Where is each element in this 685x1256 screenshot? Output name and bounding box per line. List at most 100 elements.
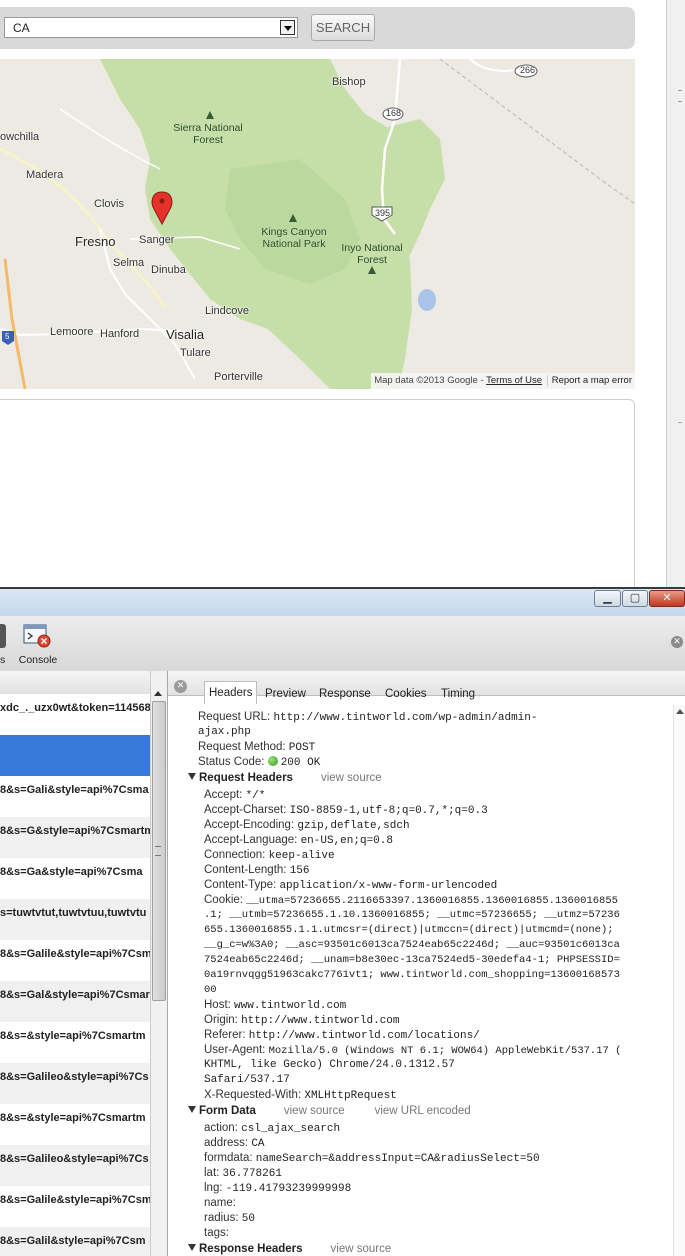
close-details-icon[interactable]: ✕ (174, 680, 187, 693)
tab-preview[interactable]: Preview (261, 685, 310, 704)
request-row-selected[interactable] (0, 735, 150, 776)
request-list-scrollbar[interactable] (150, 671, 167, 1256)
request-row[interactable]: s=tuwtvtut,tuwtvtuu,tuwtvtu (0, 899, 150, 940)
partial-panel-label[interactable]: s (0, 654, 5, 666)
scroll-up-arrow-icon[interactable] (154, 691, 162, 696)
search-button[interactable]: SEARCH (311, 14, 375, 41)
tab-timing[interactable]: Timing (437, 685, 479, 704)
request-name: 8&s=Galil&style=api%7Csm (0, 1235, 146, 1247)
header-key: Connection: (204, 849, 266, 861)
header-key: Origin: (204, 1014, 238, 1026)
header-value: http://www.tintworld.com (241, 1015, 400, 1027)
request-row[interactable]: 8&s=Galileo&style=api%7Cs (0, 1063, 150, 1104)
close-panel-icon[interactable]: ✕ (671, 636, 683, 648)
chevron-down-icon[interactable] (280, 20, 295, 35)
header-key: Content-Length: (204, 864, 287, 876)
partial-panel-icon[interactable] (0, 624, 6, 648)
request-name: s=tuwtvtut,tuwtvtuu,tuwtvtu (0, 907, 147, 919)
request-row[interactable]: 8&s=G&style=api%7Csmartm (0, 817, 150, 858)
response-headers-section[interactable]: Response Headers view source (188, 1242, 391, 1256)
form-data-title: Form Data (199, 1105, 256, 1117)
form-key: lat: (204, 1167, 220, 1179)
request-list-header[interactable] (0, 671, 167, 695)
search-bar: CA SEARCH (0, 7, 635, 49)
request-row[interactable]: 8&s=Gal&style=api%7Csmar (0, 981, 150, 1022)
cookie-value-cont: __g_c=w%3A0; __asc=93501c6013ca7524eab65… (204, 939, 620, 951)
map-label-sierra-nf: Sierra National Forest (173, 122, 243, 146)
form-value: nameSearch=&addressInput=CA&radiusSelect… (255, 1153, 540, 1165)
request-row[interactable]: 8&s=Galile&style=api%7Csm (0, 940, 150, 981)
report-map-error-link[interactable]: Report a map error (546, 375, 632, 386)
map[interactable]: 266 168 395 5 Bishop Sierra National For… (0, 59, 635, 389)
header-key: Accept-Encoding: (204, 819, 295, 831)
tab-response[interactable]: Response (315, 685, 375, 704)
close-icon: ✕ (662, 591, 672, 604)
page-scroll-grip-lower (678, 422, 682, 433)
console-button[interactable]: Console (17, 622, 59, 668)
header-key: Accept: (204, 789, 243, 801)
web-page: CA SEARCH 266 168 395 5 Bishop Sierra Na… (0, 0, 685, 587)
terms-of-use-link[interactable]: Terms of Use (486, 375, 542, 386)
request-row[interactable]: 8&s=Gali&style=api%7Csma (0, 776, 150, 817)
map-label-dinuba: Dinuba (151, 264, 186, 276)
devtools-window: ▁ ▢ ✕ s Console ✕ xdc_._uzx0wt&token=114… (0, 587, 685, 1256)
header-key: X-Requested-With: (204, 1089, 302, 1101)
request-details-panel: ✕ Headers Preview Response Cookies Timin… (168, 671, 685, 1256)
header-value: http://www.tintworld.com/locations/ (248, 1030, 480, 1042)
console-icon (23, 624, 51, 648)
header-value: __utma=57236655.2116653397.1360016855.13… (246, 895, 618, 907)
view-source-link[interactable]: view source (321, 772, 382, 784)
user-agent-cont: KHTML, like Gecko) Chrome/24.0.1312.57 (204, 1059, 455, 1071)
map-label-hanford: Hanford (100, 328, 140, 340)
page-scrollbar[interactable] (666, 0, 685, 587)
map-label-inyo-nf: Inyo National Forest (341, 242, 403, 266)
request-row[interactable]: 8&s=&style=api%7Csmartm (0, 1104, 150, 1145)
view-source-link[interactable]: view source (331, 1243, 392, 1255)
map-label-fresno: Fresno (75, 234, 116, 249)
header-value: gzip,deflate,sdch (297, 820, 410, 832)
details-scrollbar[interactable] (673, 705, 685, 1256)
scroll-up-arrow-icon[interactable] (676, 709, 684, 714)
view-source-link[interactable]: view source (284, 1105, 345, 1117)
header-key: User-Agent: (204, 1044, 266, 1056)
request-headers-section[interactable]: Request Headers view source (188, 771, 382, 786)
request-name: 8&s=Gali&style=api%7Csma (0, 784, 149, 796)
header-key: Content-Type: (204, 879, 277, 891)
form-data-section[interactable]: Form Data view source view URL encoded (188, 1104, 471, 1119)
request-row[interactable]: 8&s=Galile&style=api%7Csm (0, 1186, 150, 1227)
map-label-kings-canyon: Kings Canyon National Park (261, 226, 327, 250)
devtools-titlebar[interactable]: ▁ ▢ ✕ (0, 587, 685, 616)
maximize-button[interactable]: ▢ (622, 590, 648, 607)
tab-headers[interactable]: Headers (204, 681, 258, 704)
page-scroll-grip (678, 90, 682, 102)
header-value: en-US,en;q=0.8 (300, 835, 393, 847)
network-request-list: xdc_._uzx0wt&token=114568 8&s=Gali&style… (0, 671, 168, 1256)
form-key: formdata: (204, 1152, 253, 1164)
close-window-button[interactable]: ✕ (649, 590, 685, 607)
request-row[interactable]: 8&s=Galileo&style=api%7Cs (0, 1145, 150, 1186)
view-url-encoded-link[interactable]: view URL encoded (375, 1105, 471, 1117)
header-value: ISO-8859-1,utf-8;q=0.7,*;q=0.3 (289, 805, 488, 817)
form-key: radius: (204, 1212, 239, 1224)
request-row[interactable]: 8&s=&style=api%7Csmartm (0, 1022, 150, 1063)
request-headers-title: Request Headers (199, 772, 293, 784)
request-name: 8&s=Galile&style=api%7Csm (0, 1194, 150, 1206)
form-value: CA (251, 1138, 265, 1150)
request-method-value: POST (288, 742, 316, 754)
minimize-button[interactable]: ▁ (594, 590, 621, 607)
request-row[interactable]: xdc_._uzx0wt&token=114568 (0, 694, 150, 735)
request-name: 8&s=&style=api%7Csmartm (0, 1112, 146, 1124)
request-row[interactable]: 8&s=Galil&style=api%7Csm (0, 1227, 150, 1256)
header-key: Accept-Language: (204, 834, 298, 846)
highway-266: 266 (520, 65, 536, 75)
request-name: 8&s=Ga&style=api%7Csma (0, 866, 143, 878)
header-key: Referer: (204, 1029, 246, 1041)
request-row[interactable]: 8&s=Ga&style=api%7Csma (0, 858, 150, 899)
header-key: Cookie: (204, 894, 243, 906)
request-name: 8&s=Galileo&style=api%7Cs (0, 1153, 149, 1165)
request-name: 8&s=Gal&style=api%7Csmar (0, 989, 150, 1001)
location-select[interactable]: CA (4, 17, 298, 38)
tab-cookies[interactable]: Cookies (381, 685, 431, 704)
form-key: lng: (204, 1182, 223, 1194)
cookie-value-cont: 0a19rnvqgg51963cakc7761vt1; www.tintworl… (204, 969, 620, 981)
